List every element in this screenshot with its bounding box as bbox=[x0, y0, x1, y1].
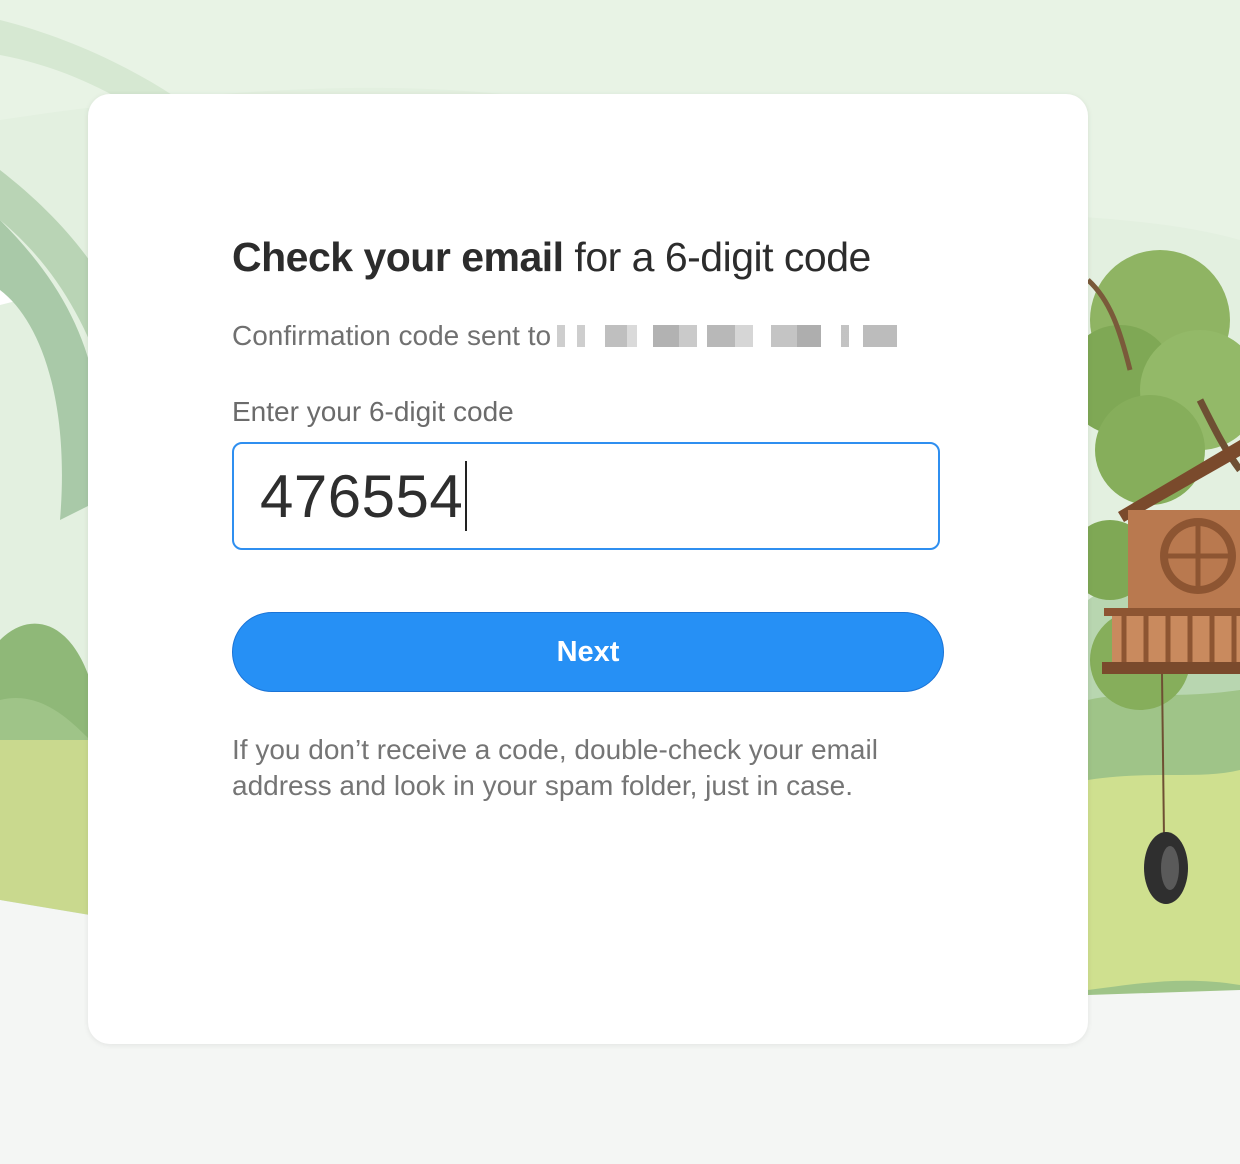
help-text: If you don’t receive a code, double-chec… bbox=[232, 734, 878, 801]
page-title-strong: Check your email bbox=[232, 234, 564, 280]
confirmation-line: Confirmation code sent to bbox=[232, 320, 898, 352]
next-button[interactable]: Next bbox=[232, 612, 944, 692]
text-caret bbox=[465, 461, 468, 531]
code-input[interactable]: 476554 bbox=[232, 442, 940, 550]
code-field-label: Enter your 6-digit code bbox=[232, 396, 514, 427]
page-title-rest: for a 6-digit code bbox=[563, 234, 871, 280]
page-title: Check your email for a 6-digit code bbox=[232, 234, 871, 281]
confirmation-text: Confirmation code sent to bbox=[232, 320, 552, 351]
verification-card: Check your email for a 6-digit code Conf… bbox=[88, 94, 1088, 1044]
page-background: Check your email for a 6-digit code Conf… bbox=[0, 0, 1240, 1164]
code-input-value: 476554 bbox=[260, 462, 464, 530]
redacted-email bbox=[557, 325, 898, 347]
